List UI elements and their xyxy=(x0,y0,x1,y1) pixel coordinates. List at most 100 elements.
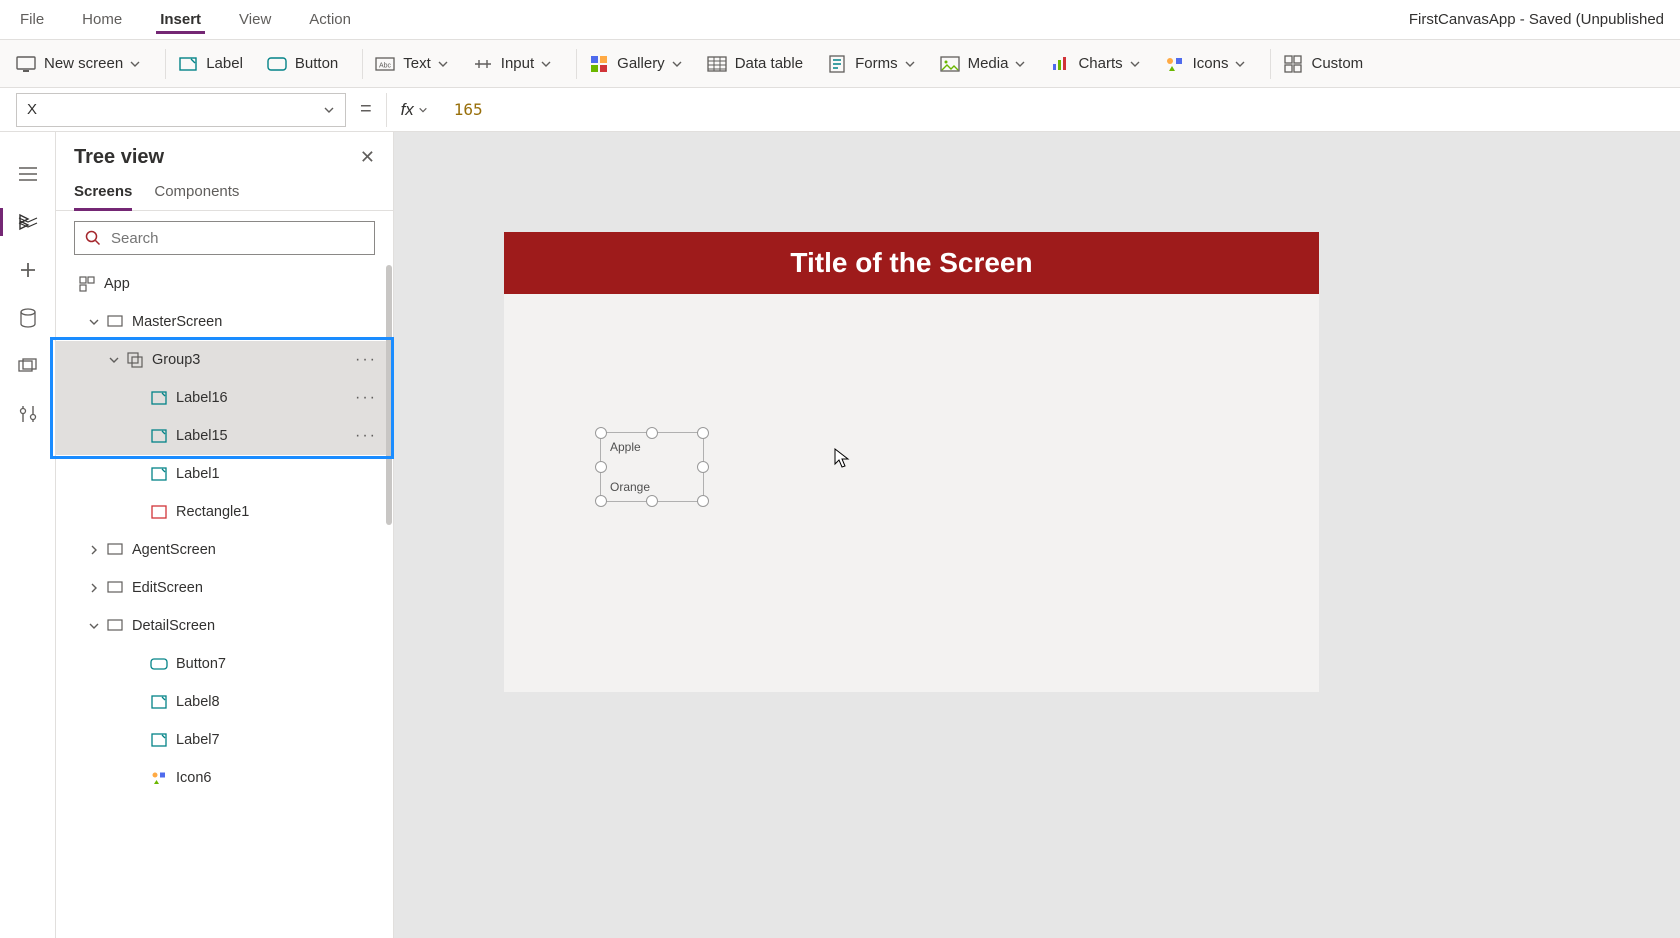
insert-media-button[interactable]: Media xyxy=(940,54,1027,74)
chevron-right-icon[interactable] xyxy=(86,580,102,596)
tree-row-label15[interactable]: Label15 ··· xyxy=(56,417,393,455)
menu-action[interactable]: Action xyxy=(305,5,355,34)
rail-data[interactable] xyxy=(0,294,56,342)
tree-row-icon6[interactable]: Icon6 xyxy=(56,759,393,797)
chevron-down-icon xyxy=(1014,58,1026,70)
tree-row-label8[interactable]: Label8 xyxy=(56,683,393,721)
insert-custom-button[interactable]: Custom xyxy=(1283,54,1363,74)
chevron-down-icon xyxy=(437,58,449,70)
resize-handle[interactable] xyxy=(697,427,709,439)
tree-row-masterscreen[interactable]: MasterScreen xyxy=(56,303,393,341)
insert-button-button[interactable]: Button xyxy=(267,54,338,74)
more-button[interactable]: ··· xyxy=(349,389,383,407)
search-input[interactable] xyxy=(109,229,364,248)
insert-label-button[interactable]: Label xyxy=(178,54,243,74)
fx-button[interactable]: fx xyxy=(386,93,442,127)
rail-insert[interactable] xyxy=(0,246,56,294)
insert-input-label: Input xyxy=(501,55,534,72)
insert-media-label: Media xyxy=(968,55,1009,72)
menu-insert[interactable]: Insert xyxy=(156,5,205,34)
formula-input[interactable] xyxy=(442,93,1664,127)
tree-row-detailscreen[interactable]: DetailScreen xyxy=(56,607,393,645)
chevron-down-icon[interactable] xyxy=(106,352,122,368)
tree-label: Label15 xyxy=(176,428,228,444)
form-icon xyxy=(827,54,847,74)
insert-forms-button[interactable]: Forms xyxy=(827,54,916,74)
insert-gallery-button[interactable]: Gallery xyxy=(589,54,683,74)
property-name: X xyxy=(27,101,37,118)
resize-handle[interactable] xyxy=(595,495,607,507)
rail-advanced[interactable] xyxy=(0,390,56,438)
resize-handle[interactable] xyxy=(646,427,658,439)
insert-charts-button[interactable]: Charts xyxy=(1050,54,1140,74)
label-icon xyxy=(150,389,168,407)
insert-gallery-label: Gallery xyxy=(617,55,665,72)
tree-app-node[interactable]: App xyxy=(56,265,393,303)
resize-handle[interactable] xyxy=(697,461,709,473)
chevron-down-icon xyxy=(904,58,916,70)
tab-components[interactable]: Components xyxy=(154,177,239,210)
insert-forms-label: Forms xyxy=(855,55,898,72)
media-icon xyxy=(940,54,960,74)
resize-handle[interactable] xyxy=(697,495,709,507)
tree-row-label1[interactable]: Label1 xyxy=(56,455,393,493)
resize-handle[interactable] xyxy=(646,495,658,507)
menu-home[interactable]: Home xyxy=(78,5,126,34)
insert-datatable-label: Data table xyxy=(735,55,803,72)
tree-row-editscreen[interactable]: EditScreen xyxy=(56,569,393,607)
chevron-down-icon xyxy=(418,105,428,115)
tree-row-button7[interactable]: Button7 xyxy=(56,645,393,683)
rail-tree-view[interactable] xyxy=(0,198,56,246)
scrollbar-thumb[interactable] xyxy=(386,265,392,525)
chevron-right-icon[interactable] xyxy=(86,542,102,558)
separator xyxy=(1270,49,1271,79)
canvas-area[interactable]: Title of the Screen Apple Orange xyxy=(394,132,1680,938)
chevron-down-icon xyxy=(540,58,552,70)
screen-canvas[interactable]: Title of the Screen Apple Orange xyxy=(504,232,1319,692)
screen-icon xyxy=(16,54,36,74)
insert-text-button[interactable]: Abc Text xyxy=(375,54,449,74)
button-icon xyxy=(150,655,168,673)
search-icon xyxy=(85,230,101,246)
insert-label-text: Label xyxy=(206,55,243,72)
group-label-orange[interactable]: Orange xyxy=(607,479,653,495)
property-selector[interactable]: X xyxy=(16,93,346,127)
label-icon xyxy=(150,731,168,749)
resize-handle[interactable] xyxy=(595,427,607,439)
selected-group[interactable]: Apple Orange xyxy=(600,432,704,502)
chevron-down-icon[interactable] xyxy=(86,314,102,330)
menu-file[interactable]: File xyxy=(16,5,48,34)
icons-icon xyxy=(1165,54,1185,74)
tree-view-panel: Tree view ✕ Screens Components App Maste… xyxy=(56,132,394,938)
close-panel-button[interactable]: ✕ xyxy=(360,147,375,168)
new-screen-button[interactable]: New screen xyxy=(16,54,141,74)
rail-media[interactable] xyxy=(0,342,56,390)
tab-screens[interactable]: Screens xyxy=(74,177,132,211)
tree-row-label7[interactable]: Label7 xyxy=(56,721,393,759)
screen-icon xyxy=(106,579,124,597)
tree-label: App xyxy=(104,276,130,292)
tree-label: Rectangle1 xyxy=(176,504,249,520)
screen-title-bar: Title of the Screen xyxy=(504,232,1319,294)
group-label-apple[interactable]: Apple xyxy=(607,439,644,455)
insert-charts-label: Charts xyxy=(1078,55,1122,72)
rail-hamburger[interactable] xyxy=(0,150,56,198)
resize-handle[interactable] xyxy=(595,461,607,473)
insert-input-button[interactable]: Input xyxy=(473,54,552,74)
screen-icon xyxy=(106,617,124,635)
tree-row-group3[interactable]: Group3··· xyxy=(56,341,393,379)
group-icon xyxy=(126,351,144,369)
insert-ribbon: New screen Label Button Abc Text Input G… xyxy=(0,40,1680,88)
tree-label: MasterScreen xyxy=(132,314,222,330)
more-button[interactable]: ··· xyxy=(349,351,383,369)
svg-text:Abc: Abc xyxy=(379,62,392,69)
tree-row-rectangle1[interactable]: Rectangle1 xyxy=(56,493,393,531)
menu-view[interactable]: View xyxy=(235,5,275,34)
tree-row-label16[interactable]: Label16··· xyxy=(56,379,393,417)
search-box[interactable] xyxy=(74,221,375,255)
tree-row-agentscreen[interactable]: AgentScreen xyxy=(56,531,393,569)
chevron-down-icon[interactable] xyxy=(86,618,102,634)
insert-icons-button[interactable]: Icons xyxy=(1165,54,1247,74)
insert-datatable-button[interactable]: Data table xyxy=(707,54,803,74)
more-button[interactable]: ··· xyxy=(349,427,383,445)
